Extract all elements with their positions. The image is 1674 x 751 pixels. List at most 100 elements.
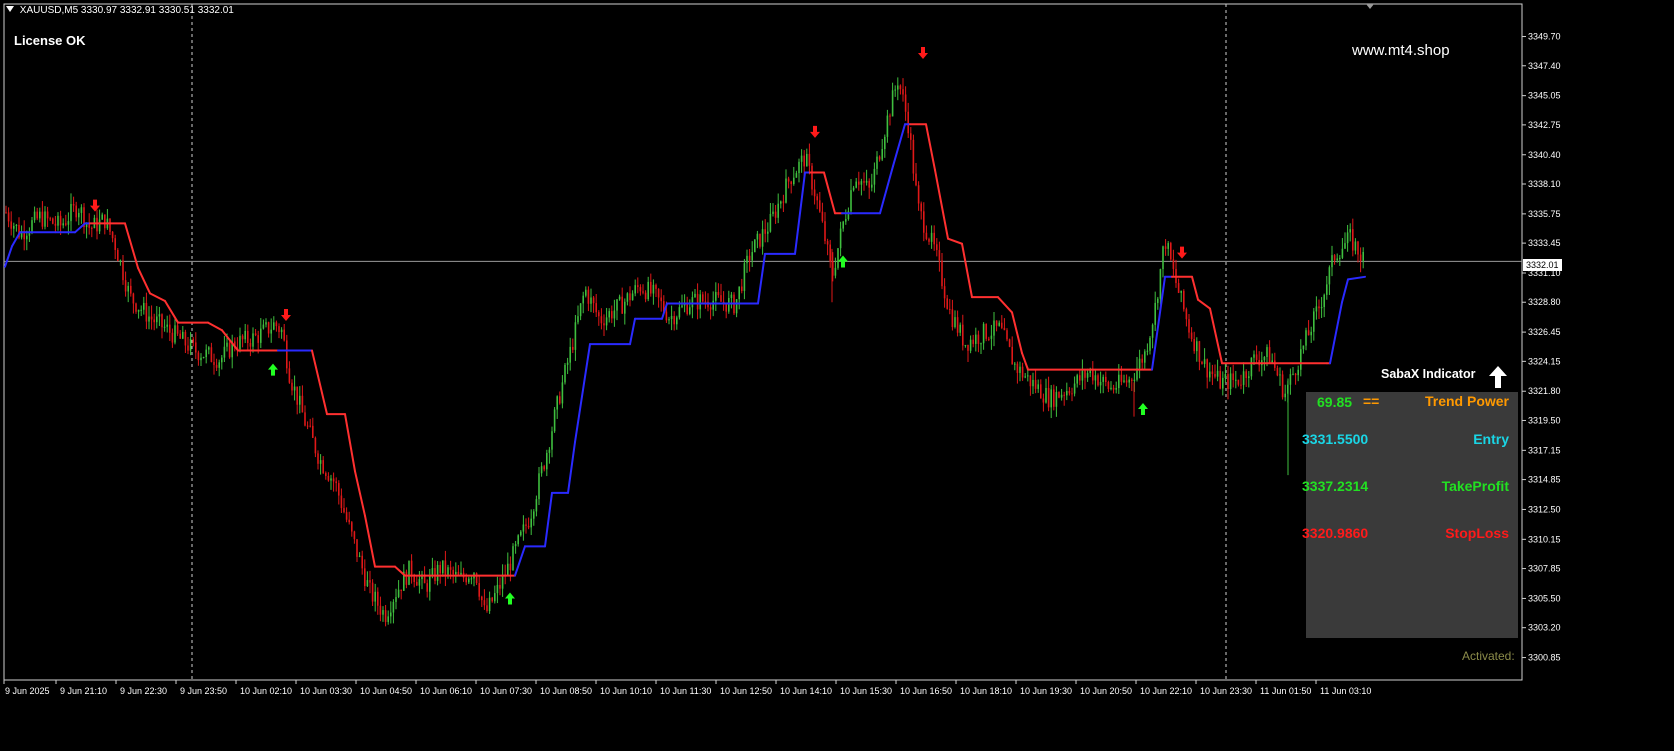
candle-body [566,362,569,365]
candle-body [36,211,38,219]
candle-body [218,362,220,368]
buy-arrow-icon [838,255,848,268]
trend-line-segment [925,123,936,172]
trend-line-segment [934,169,949,240]
chart-header: XAUUSD,M5 3330.97 3332.91 3330.51 3332.0… [6,5,234,16]
candle-body [499,584,501,589]
activated-label: Activated: [1462,649,1515,663]
candle-body [239,335,241,350]
candle-body [1021,366,1024,378]
candle-body [605,317,608,326]
candle-body [325,473,327,476]
candle-body [1268,347,1271,363]
candle-body [964,344,967,346]
candle-body [712,300,714,310]
candle-body [114,238,116,250]
trend-line-segment [207,321,223,332]
candle-body [834,267,837,276]
candle-body [925,232,928,239]
candle-body [449,567,452,570]
watermark-url: www.mt4.shop [1352,42,1450,59]
candle-body [119,260,122,262]
candle-body [735,299,738,314]
candle-body [1011,346,1013,365]
candle-body [894,89,896,91]
shift-marker-icon [1366,4,1374,9]
candle-body [548,449,551,453]
y-tick-label: 3328.80 [1528,297,1561,307]
candle-body [876,156,878,169]
x-tick-label: 10 Jun 14:10 [780,686,832,696]
candle-body [845,219,847,222]
candle-body [738,286,740,300]
candle-body [764,229,766,234]
candle-body [59,215,62,226]
y-tick-label: 3312.50 [1528,504,1561,514]
candle-body [959,324,961,333]
candle-body [709,307,712,310]
candle-body [387,616,389,622]
trend-line-segment [137,266,151,295]
candle-body [169,324,171,333]
candle-body [228,342,231,358]
candle-body [1172,259,1175,269]
candle-body [338,483,340,496]
candle-body [345,512,348,520]
candle-body [772,211,774,214]
candle-body [1131,379,1133,381]
candle-body [288,368,291,383]
candle-body [673,315,675,325]
candle-body [98,219,101,232]
trend-power-label: Trend Power [1424,393,1509,409]
candle-body [364,568,366,587]
candle-body [793,177,795,185]
candle-body [455,571,457,575]
candle-body [569,346,571,363]
candle-body [488,597,491,612]
trend-line-segment [4,245,13,268]
candle-body [205,349,207,358]
candle-body [189,338,192,351]
candle-body [1240,384,1242,386]
candle-body [1014,363,1016,365]
candle-body [1305,330,1307,346]
x-tick-label: 10 Jun 12:50 [720,686,772,696]
candle-body [182,331,184,339]
candle-body [608,311,610,318]
candle-body [1292,373,1294,375]
candle-body [1222,377,1224,389]
candle-body [1180,290,1182,293]
candle-body [416,581,418,586]
buy-arrow-icon [505,592,515,605]
candle-body [938,250,941,261]
candle-body [928,238,930,242]
candle-body [579,303,582,317]
candle-body [863,181,865,183]
candle-body [405,571,408,585]
candle-body [1032,379,1034,387]
candle-body [756,233,759,240]
candle-body [127,285,129,292]
menu-triangle-icon[interactable] [6,6,14,12]
candle-body [1063,394,1065,396]
candle-body [1058,392,1060,398]
candle-body [816,196,818,201]
y-tick-label: 3300.85 [1528,653,1561,663]
candle-body [780,201,782,204]
candle-body [15,224,18,226]
candle-body [1006,330,1008,340]
candle-body [78,212,80,218]
candle-body [881,149,883,160]
candle-body [1359,254,1362,261]
candle-body [1318,306,1320,309]
candle-body [769,213,772,232]
candle-body [917,185,920,204]
candle-body [1162,246,1164,270]
candle-body [624,301,626,314]
candle-body [564,364,566,383]
x-tick-label: 9 Jun 21:10 [60,686,107,696]
y-tick-label: 3349.70 [1528,32,1561,42]
candle-body [1081,370,1084,381]
y-tick-label: 3345.05 [1528,91,1561,101]
candle-body [249,343,252,347]
